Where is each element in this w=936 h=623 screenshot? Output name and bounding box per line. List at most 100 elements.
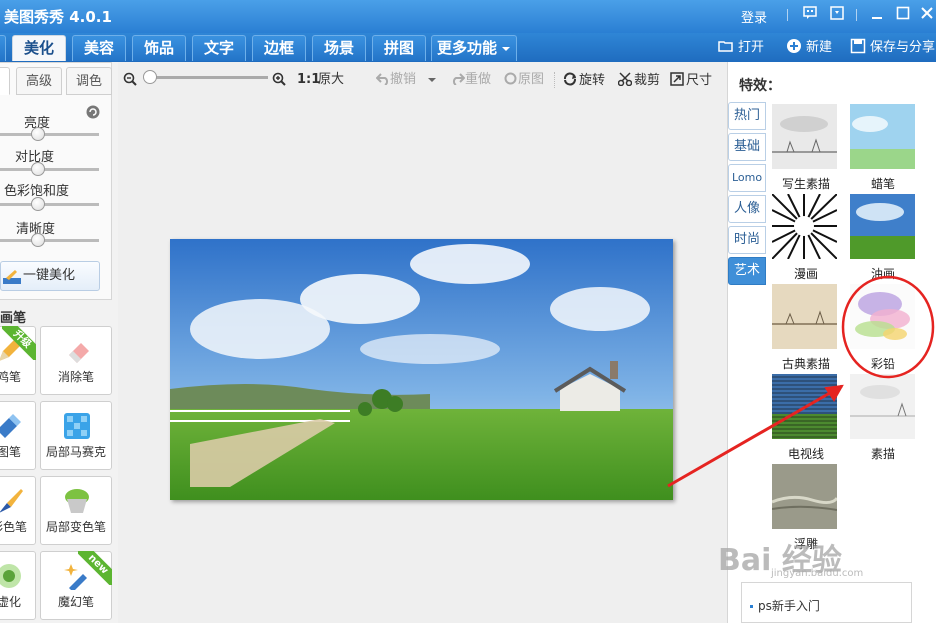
- blur-icon: [0, 562, 23, 590]
- sharpness-slider-knob[interactable]: [31, 233, 45, 247]
- resize-button[interactable]: 尺寸: [670, 72, 712, 91]
- brush-label: 魔幻笔: [57, 595, 94, 609]
- tab-scenes[interactable]: 场景: [312, 35, 366, 61]
- brush-card-magic[interactable]: new 魔幻笔: [40, 551, 112, 620]
- redo-button[interactable]: 重做: [451, 72, 491, 90]
- maximize-icon[interactable]: [896, 6, 910, 20]
- brush-label: 彩色笔: [0, 520, 27, 534]
- close-icon[interactable]: [920, 6, 934, 20]
- help-link[interactable]: ps新手入门: [750, 597, 820, 614]
- message-icon[interactable]: [803, 6, 817, 20]
- brightness-slider[interactable]: [0, 133, 99, 136]
- tab-basic[interactable]: [0, 67, 10, 95]
- effect-category-lomo[interactable]: Lomo: [728, 164, 766, 192]
- zoom-slider[interactable]: [150, 76, 268, 79]
- plus-circle-icon: [786, 38, 802, 54]
- tab-color-tune[interactable]: 调色: [66, 67, 112, 95]
- effect-thumb-comic[interactable]: [772, 194, 837, 259]
- tab-edge: [0, 35, 6, 61]
- effect-thumb-tv-lines[interactable]: [772, 374, 837, 439]
- effect-label: 蜡笔: [870, 177, 895, 191]
- zoom-slider-knob[interactable]: [143, 70, 157, 84]
- brush-card-blur[interactable]: 虚化: [0, 551, 36, 620]
- one-key-beautify-button[interactable]: 一键美化: [0, 261, 100, 291]
- save-icon: [850, 38, 866, 54]
- saturation-slider[interactable]: [0, 203, 99, 206]
- brush-card-recolor[interactable]: 局部变色笔: [40, 476, 112, 545]
- title-bar: 美图秀秀 4.0.1 登录: [0, 0, 936, 33]
- contrast-slider[interactable]: [0, 168, 99, 171]
- original-size-label[interactable]: 原大: [318, 72, 344, 88]
- effect-thumb-oil[interactable]: [850, 194, 915, 259]
- sharpness-slider[interactable]: [0, 239, 99, 242]
- brush-card-color-pen[interactable]: 彩色笔: [0, 476, 36, 545]
- brush-card-mosaic[interactable]: 局部马赛克: [40, 401, 112, 470]
- effect-thumb-emboss[interactable]: [772, 464, 837, 529]
- skin-icon[interactable]: [830, 6, 844, 20]
- zoom-in-icon[interactable]: [272, 72, 286, 86]
- mosaic-icon: [63, 412, 91, 440]
- tab-advanced[interactable]: 高级: [16, 67, 62, 95]
- save-share-button[interactable]: 保存与分享: [850, 38, 935, 57]
- paint-bucket-icon: [63, 487, 91, 515]
- minimize-icon[interactable]: [870, 6, 884, 20]
- effect-label: 彩铅: [870, 357, 895, 371]
- scissors-icon: [617, 72, 634, 91]
- contrast-slider-knob[interactable]: [31, 162, 45, 176]
- save-share-label: 保存与分享: [870, 40, 936, 55]
- brush-card-eraser[interactable]: 消除笔: [40, 326, 112, 395]
- new-label: 新建: [806, 40, 833, 55]
- rotate-label: 旋转: [579, 73, 606, 88]
- effect-label: 油画: [870, 267, 895, 281]
- brush-label: 图笔: [0, 445, 21, 459]
- zoom-out-icon[interactable]: [123, 72, 137, 86]
- effect-label: 写生素描: [781, 177, 830, 191]
- refresh-icon[interactable]: [86, 105, 100, 119]
- new-button[interactable]: 新建: [786, 38, 832, 57]
- effect-thumb-pencil-sketch[interactable]: [850, 374, 915, 439]
- tab-accessories[interactable]: 饰品: [132, 35, 186, 61]
- open-button[interactable]: 打开: [718, 38, 764, 57]
- help-box: ps新手入门: [741, 582, 912, 623]
- effect-category-fashion[interactable]: 时尚: [728, 226, 766, 254]
- toolbar-divider: [554, 72, 555, 88]
- login-link[interactable]: 登录: [741, 7, 767, 26]
- rotate-button[interactable]: 旋转: [563, 72, 605, 91]
- new-badge: new: [78, 551, 112, 585]
- effect-thumb-sketch[interactable]: [772, 104, 837, 169]
- tab-more-features[interactable]: 更多功能: [431, 35, 517, 61]
- effect-category-hot[interactable]: 热门: [728, 102, 766, 130]
- tab-beautify[interactable]: 美化: [12, 35, 66, 61]
- tab-text[interactable]: 文字: [192, 35, 246, 61]
- brightness-slider-knob[interactable]: [31, 127, 45, 141]
- brush-card-pen[interactable]: 图笔: [0, 401, 36, 470]
- undo-button[interactable]: 撤销: [375, 72, 416, 90]
- effect-thumb-crayon[interactable]: [850, 104, 915, 169]
- saturation-slider-knob[interactable]: [31, 197, 45, 211]
- original-image-button[interactable]: 原图: [504, 72, 544, 90]
- crop-button[interactable]: 裁剪: [617, 72, 660, 91]
- effect-category-basic[interactable]: 基础: [728, 133, 766, 161]
- watermark-sub: jingyan.baidu.com: [771, 568, 864, 579]
- original-label: 原图: [518, 72, 545, 87]
- effect-thumb-color-pencil[interactable]: [850, 284, 915, 349]
- tab-frames[interactable]: 边框: [252, 35, 306, 61]
- brush-card-pencil[interactable]: 升级 鸡笔: [0, 326, 36, 395]
- redo-icon: [451, 73, 466, 90]
- tab-collage[interactable]: 拼图: [372, 35, 426, 61]
- tab-beauty[interactable]: 美容: [72, 35, 126, 61]
- redo-label: 重做: [465, 72, 492, 87]
- brush-label: 局部马赛克: [45, 445, 106, 459]
- one-key-beautify-label: 一键美化: [23, 268, 76, 283]
- brush-section-title: 画笔: [0, 311, 27, 326]
- undo-dropdown-arrow-icon[interactable]: [428, 78, 436, 86]
- effect-category-portrait[interactable]: 人像: [728, 195, 766, 223]
- undo-icon: [375, 73, 390, 90]
- effect-label: 古典素描: [781, 357, 830, 371]
- effect-category-art[interactable]: 艺术: [728, 257, 766, 285]
- effect-thumb-classic-sketch[interactable]: [772, 284, 837, 349]
- effect-label: 电视线: [787, 447, 824, 461]
- left-adjust-panel: 高级 调色 亮度 对比度 色彩饱和度 清晰度 一键美化 画笔 升级 鸡笔 消除笔: [0, 62, 118, 623]
- actual-size-button[interactable]: 1:1: [297, 72, 320, 88]
- canvas-image[interactable]: [170, 239, 673, 500]
